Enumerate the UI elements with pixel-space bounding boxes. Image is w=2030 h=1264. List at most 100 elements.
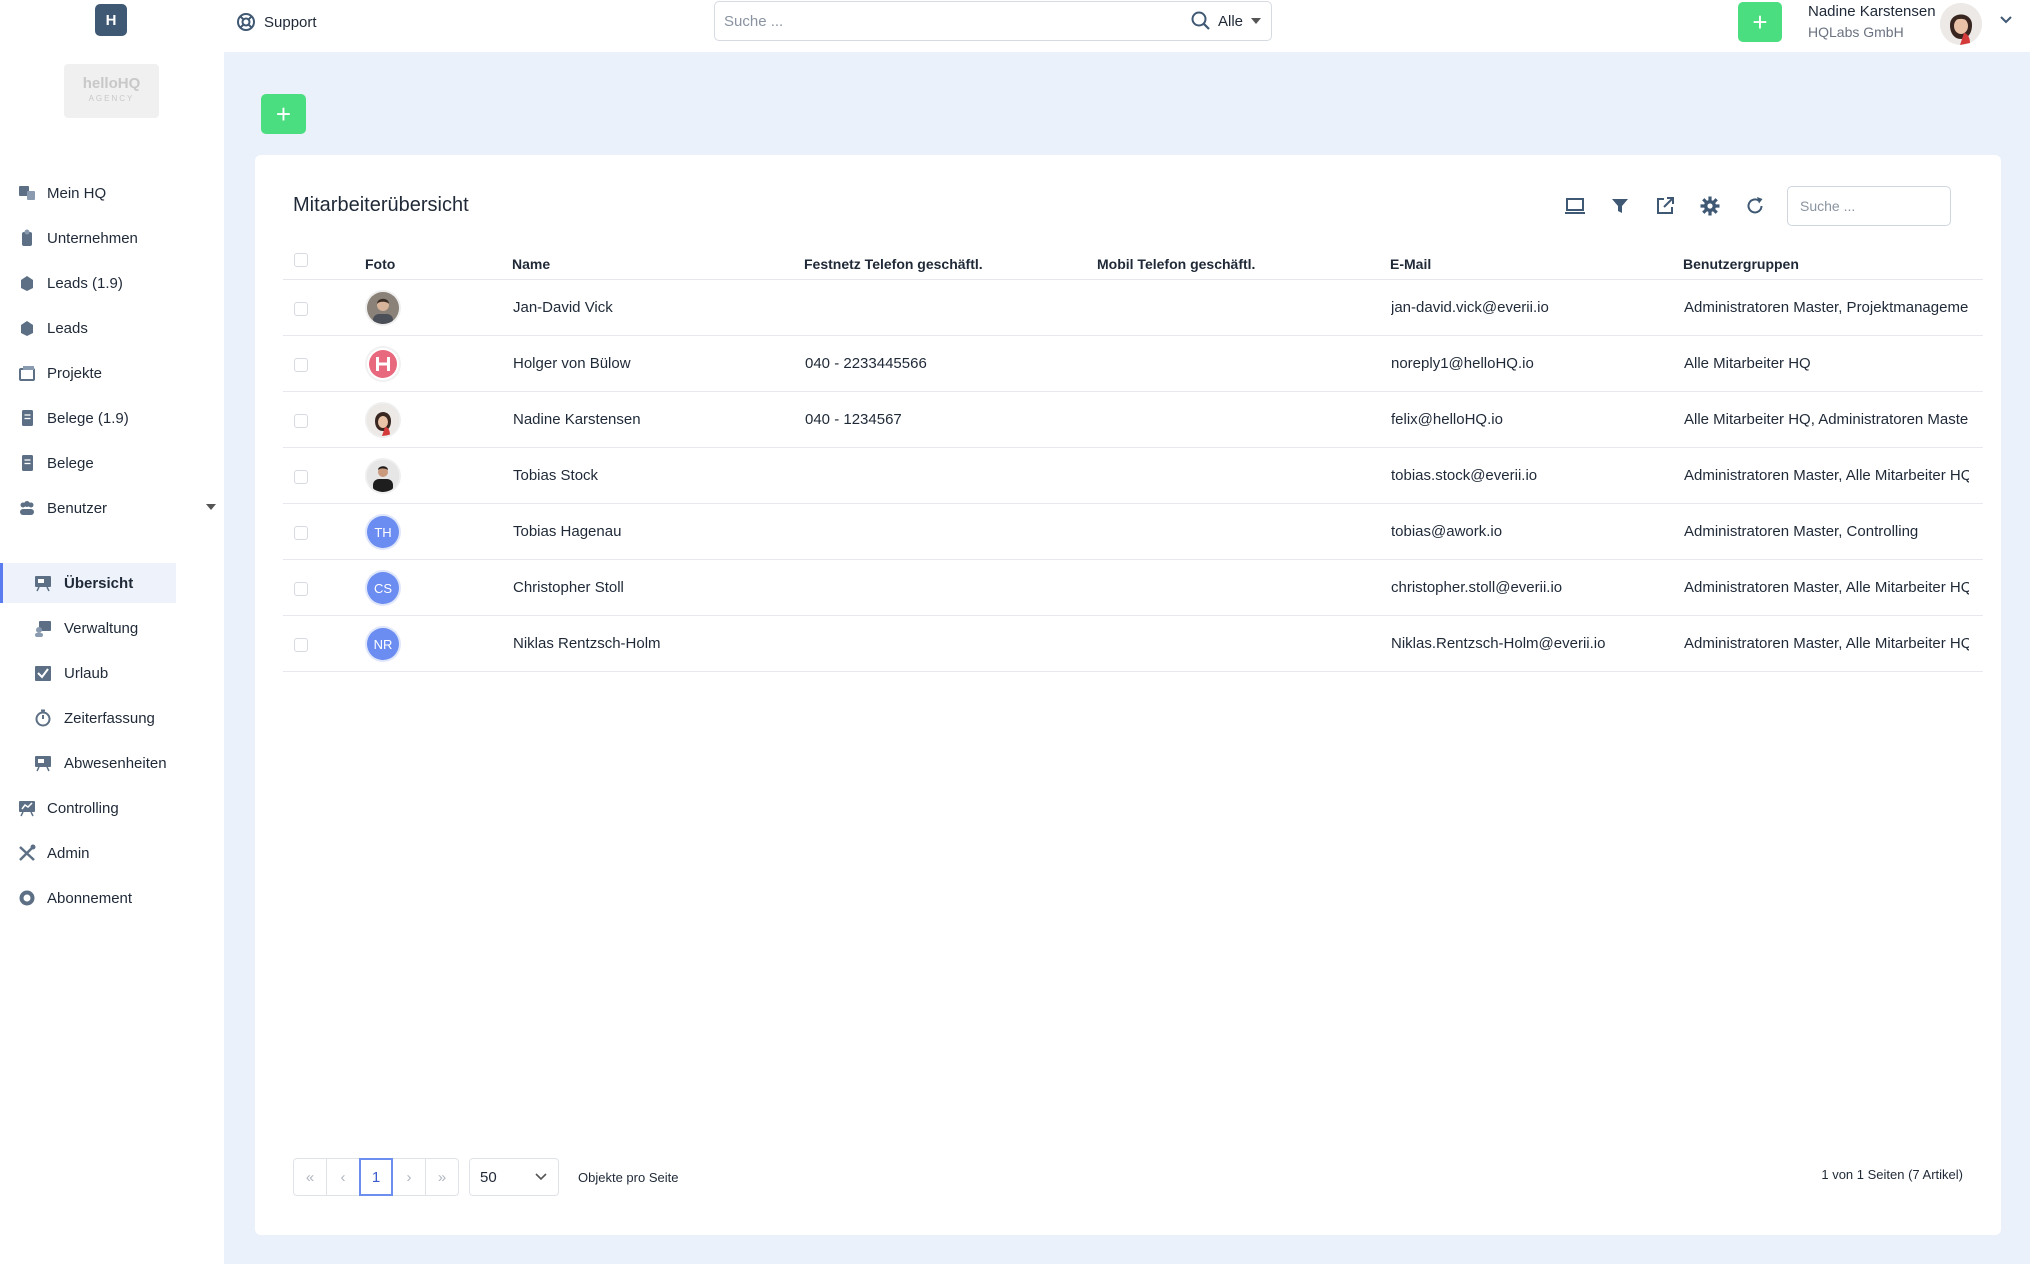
sidebar-item-uebersicht[interactable]: Übersicht	[0, 563, 176, 603]
avatar-initials: TH	[367, 516, 399, 548]
column-header-phone[interactable]: Festnetz Telefon geschäftl.	[804, 256, 983, 272]
sidebar-item-admin[interactable]: Admin	[0, 833, 224, 873]
row-name[interactable]: Nadine Karstensen	[513, 411, 641, 428]
chevron-down-icon[interactable]	[1998, 12, 2014, 28]
users-icon	[20, 501, 34, 515]
row-name[interactable]: Tobias Stock	[513, 467, 598, 484]
row-checkbox[interactable]	[294, 414, 308, 428]
row-checkbox[interactable]	[294, 470, 308, 484]
row-checkbox[interactable]	[294, 582, 308, 596]
sidebar-item-label: Projekte	[47, 364, 103, 382]
column-header-email[interactable]: E-Mail	[1390, 256, 1431, 272]
column-header-groups[interactable]: Benutzergruppen	[1683, 256, 1799, 272]
add-employee-button[interactable]: +	[261, 94, 306, 134]
chevron-down-icon[interactable]	[1251, 18, 1261, 24]
table-row[interactable]: Jan-David Vick jan-david.vick@everii.io …	[283, 280, 1983, 336]
filter-icon[interactable]	[1609, 195, 1631, 217]
row-checkbox[interactable]	[294, 358, 308, 372]
sidebar-item-projekte[interactable]: Projekte	[0, 353, 224, 393]
user-settings-icon	[35, 621, 51, 637]
sidebar-item-controlling[interactable]: Controlling	[0, 788, 224, 828]
sidebar-item-mein-hq[interactable]: Mein HQ	[0, 173, 224, 213]
row-email[interactable]: tobias@awork.io	[1391, 523, 1502, 540]
select-all-checkbox[interactable]	[294, 253, 308, 267]
refresh-icon[interactable]	[1744, 195, 1766, 217]
brand-logo: helloHQ AGENCY	[64, 64, 159, 118]
document-icon	[22, 455, 33, 471]
prev-page-button[interactable]: ‹	[326, 1158, 360, 1196]
building-icon	[22, 229, 32, 246]
support-link[interactable]: Support	[236, 11, 317, 33]
user-avatar[interactable]	[1940, 3, 1982, 45]
sidebar-item-urlaub[interactable]: Urlaub	[0, 653, 224, 693]
sidebar-item-label: Zeiterfassung	[64, 709, 155, 727]
table-row[interactable]: Nadine Karstensen 040 - 1234567 felix@he…	[283, 392, 1983, 448]
row-email[interactable]: Niklas.Rentzsch-Holm@everii.io	[1391, 635, 1605, 652]
table-row[interactable]: TH Tobias Hagenau tobias@awork.io Admini…	[283, 504, 1983, 560]
row-groups: Administratoren Master, Alle Mitarbeiter…	[1684, 467, 1969, 484]
avatar	[367, 404, 399, 436]
chevron-down-icon	[535, 1173, 547, 1181]
global-search-input[interactable]	[715, 2, 1190, 40]
top-bar: H Support Alle + Nadine Karstensen HQLab…	[0, 0, 2030, 52]
row-email[interactable]: felix@helloHQ.io	[1391, 411, 1503, 428]
sidebar-item-belege-19[interactable]: Belege (1.9)	[0, 398, 224, 438]
row-email[interactable]: tobias.stock@everii.io	[1391, 467, 1537, 484]
row-name[interactable]: Christopher Stoll	[513, 579, 624, 596]
sidebar-item-leads-19[interactable]: Leads (1.9)	[0, 263, 224, 303]
avatar-photo	[1940, 3, 1982, 45]
column-header-photo[interactable]: Foto	[365, 256, 395, 272]
per-page-label: Objekte pro Seite	[578, 1170, 679, 1185]
sidebar-item-verwaltung[interactable]: Verwaltung	[0, 608, 224, 648]
avatar	[367, 348, 399, 380]
sidebar-item-belege[interactable]: Belege	[0, 443, 224, 483]
monitor-icon[interactable]	[1564, 195, 1586, 217]
user-name[interactable]: Nadine Karstensen	[1808, 3, 1936, 20]
external-link-icon[interactable]	[1654, 195, 1676, 217]
row-groups: Administratoren Master, Projektmanagemer	[1684, 299, 1969, 316]
handshake-icon	[21, 321, 33, 336]
column-header-name[interactable]: Name	[512, 256, 550, 272]
row-name[interactable]: Jan-David Vick	[513, 299, 613, 316]
first-page-button[interactable]: «	[293, 1158, 327, 1196]
row-checkbox[interactable]	[294, 638, 308, 652]
chevron-down-icon[interactable]	[206, 504, 216, 510]
sidebar-item-benutzer[interactable]: Benutzer	[0, 488, 224, 528]
table-row[interactable]: Tobias Stock tobias.stock@everii.io Admi…	[283, 448, 1983, 504]
row-checkbox[interactable]	[294, 302, 308, 316]
search-icon[interactable]	[1190, 10, 1212, 32]
app-logo[interactable]: H	[95, 4, 127, 36]
sidebar-item-unternehmen[interactable]: Unternehmen	[0, 218, 224, 258]
row-email[interactable]: jan-david.vick@everii.io	[1391, 299, 1549, 316]
page-button-current[interactable]: 1	[359, 1158, 393, 1196]
quick-add-button[interactable]: +	[1738, 2, 1782, 42]
sidebar-item-label: Unternehmen	[47, 229, 138, 247]
table-row[interactable]: CS Christopher Stoll christopher.stoll@e…	[283, 560, 1983, 616]
sidebar-item-abonnement[interactable]: Abonnement	[0, 878, 224, 918]
search-scope-select[interactable]: Alle	[1218, 13, 1243, 30]
row-email[interactable]: christopher.stoll@everii.io	[1391, 579, 1562, 596]
row-name[interactable]: Niklas Rentzsch-Holm	[513, 635, 661, 652]
row-email[interactable]: noreply1@helloHQ.io	[1391, 355, 1534, 372]
table-row[interactable]: NR Niklas Rentzsch-Holm Niklas.Rentzsch-…	[283, 616, 1983, 672]
last-page-button[interactable]: »	[425, 1158, 459, 1196]
sidebar-item-label: Controlling	[47, 799, 119, 817]
table-row[interactable]: Holger von Bülow 040 - 2233445566 norepl…	[283, 336, 1983, 392]
row-name[interactable]: Tobias Hagenau	[513, 523, 621, 540]
sidebar-item-label: Verwaltung	[64, 619, 139, 637]
row-phone: 040 - 2233445566	[805, 355, 927, 372]
column-header-mobile[interactable]: Mobil Telefon geschäftl.	[1097, 256, 1255, 272]
row-checkbox[interactable]	[294, 526, 308, 540]
table-search-input[interactable]	[1787, 186, 1951, 226]
row-groups: Alle Mitarbeiter HQ	[1684, 355, 1811, 372]
sidebar-item-leads[interactable]: Leads	[0, 308, 224, 348]
sidebar-item-zeiterfassung[interactable]: Zeiterfassung	[0, 698, 224, 738]
sidebar-item-abwesenheiten[interactable]: Abwesenheiten	[0, 743, 224, 783]
next-page-button[interactable]: ›	[392, 1158, 426, 1196]
per-page-select[interactable]: 50	[469, 1158, 559, 1196]
page-title: Mitarbeiterübersicht	[293, 194, 469, 216]
gear-icon[interactable]	[1699, 195, 1721, 217]
sidebar-item-label: Leads (1.9)	[47, 274, 123, 292]
row-name[interactable]: Holger von Bülow	[513, 355, 631, 372]
row-groups: Administratoren Master, Alle Mitarbeiter…	[1684, 579, 1969, 596]
